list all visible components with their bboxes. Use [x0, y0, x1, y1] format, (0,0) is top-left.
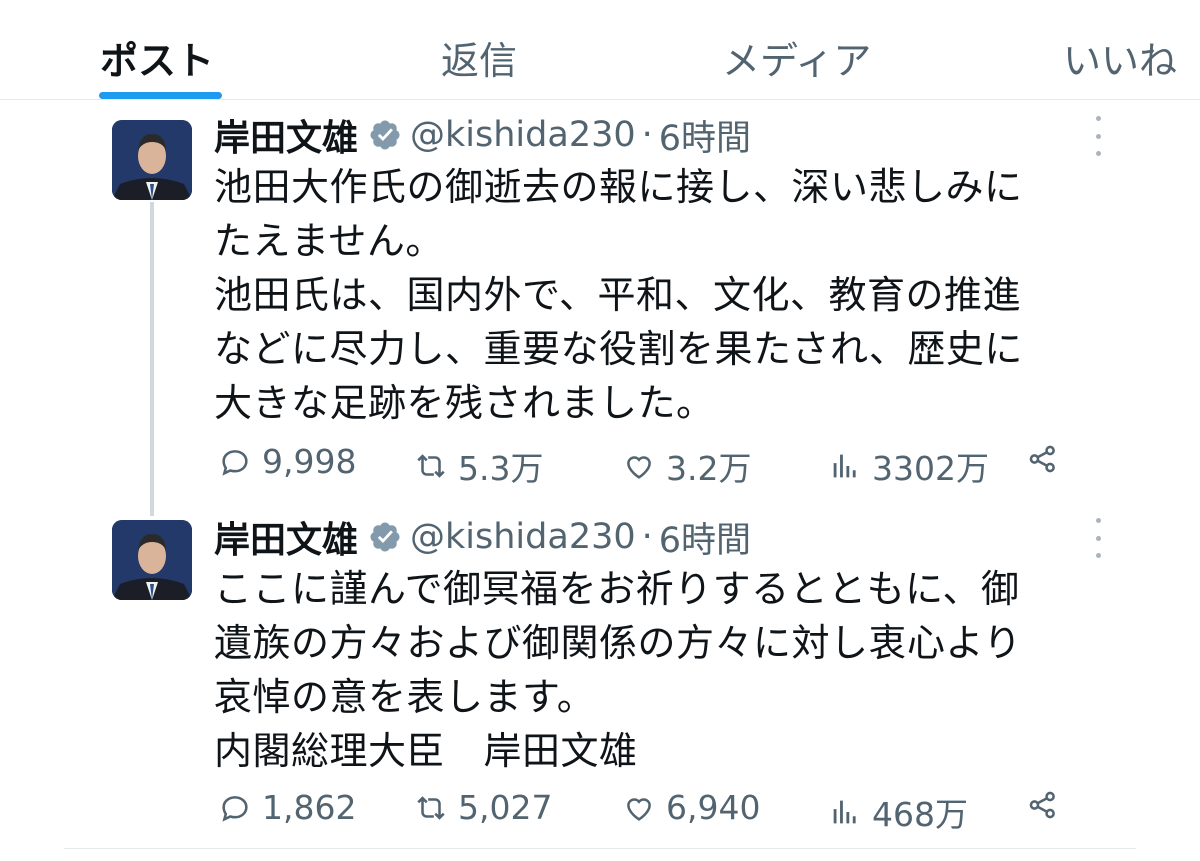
tweet-text-line: 遺族の方々および御関係の方々に対し衷心より [214, 621, 1022, 665]
repost-icon [417, 454, 445, 478]
separator: · [641, 115, 653, 155]
share-button[interactable] [1026, 788, 1060, 822]
repost-button[interactable]: 5,027 [414, 788, 552, 827]
author-name[interactable]: 岸田文雄 [214, 109, 358, 161]
tweet-text-line: ここに謹んで御冥福をお祈りするとともに、御 [214, 567, 1020, 611]
reply-icon [222, 449, 248, 476]
views-icon [833, 800, 856, 824]
like-icon [627, 797, 651, 821]
verified-badge-icon [368, 118, 402, 152]
tweet-text-line: などに尽力し、重要な役割を果たされ、歴史に [214, 327, 1023, 371]
tweet[interactable]: 岸田文雄 @kishida230 · 6時間 ここに謹んで御冥福をお祈りするとと… [0, 512, 1200, 842]
timestamp[interactable]: 6時間 [659, 110, 751, 161]
timestamp[interactable]: 6時間 [659, 512, 751, 563]
tweet-text-line: 哀悼の意を表します。 [214, 675, 596, 719]
repost-icon [417, 795, 445, 820]
separator: · [641, 517, 653, 557]
active-tab-indicator [99, 92, 222, 99]
tweet-text: ここに謹んで御冥福をお祈りするとともに、御 遺族の方々および御関係の方々に対し衷… [214, 562, 1094, 778]
author-name[interactable]: 岸田文雄 [214, 511, 358, 563]
like-button[interactable]: 3.2万 [622, 442, 751, 490]
more-options-icon[interactable] [1088, 518, 1108, 558]
like-button[interactable]: 6,940 [622, 788, 760, 827]
author-handle[interactable]: @kishida230 [410, 517, 636, 557]
like-count: 3.2万 [666, 449, 752, 488]
reply-button[interactable]: 1,862 [218, 788, 356, 827]
tab-posts[interactable]: ポスト [100, 30, 214, 85]
views-icon [833, 454, 856, 478]
reply-count: 1,862 [262, 788, 357, 827]
share-icon [1029, 791, 1055, 819]
like-count: 6,940 [666, 788, 761, 827]
reply-icon [222, 795, 248, 822]
tab-likes[interactable]: いいね [1063, 30, 1177, 85]
repost-count: 5,027 [458, 788, 553, 827]
share-icon [1029, 445, 1055, 473]
verified-badge-icon [368, 520, 402, 554]
tweet-header: 岸田文雄 @kishida230 · 6時間 [214, 110, 751, 160]
tab-media[interactable]: メディア [722, 30, 871, 85]
tweet-text-line: 池田氏は、国内外で、平和、文化、教育の推進 [214, 273, 1021, 317]
like-icon [627, 456, 651, 479]
reply-button[interactable]: 9,998 [218, 442, 356, 481]
repost-button[interactable]: 5.3万 [414, 442, 543, 490]
tweet-actions: 1,862 5,027 6,940 468万 [214, 788, 1094, 834]
share-button[interactable] [1026, 442, 1060, 476]
avatar[interactable] [112, 120, 192, 200]
tweet-text: 池田大作氏の御逝去の報に接し、深い悲しみに たえません。 池田氏は、国内外で、平… [214, 160, 1094, 430]
author-handle[interactable]: @kishida230 [410, 115, 636, 155]
timeline-divider [64, 848, 1136, 849]
more-options-icon[interactable] [1088, 116, 1108, 156]
repost-count: 5.3万 [458, 449, 544, 488]
views-count: 468万 [872, 795, 968, 834]
tweet-actions: 9,998 5.3万 3.2万 3302万 [214, 442, 1094, 488]
tweet[interactable]: 岸田文雄 @kishida230 · 6時間 池田大作氏の御逝去の報に接し、深い… [0, 110, 1200, 510]
views-button[interactable]: 468万 [828, 788, 968, 836]
tab-replies[interactable]: 返信 [441, 30, 517, 85]
tweet-text-line: 内閣総理大臣 岸田文雄 [214, 729, 638, 773]
views-count: 3302万 [872, 449, 989, 488]
reply-count: 9,998 [262, 442, 357, 481]
views-button[interactable]: 3302万 [828, 442, 989, 490]
tweet-header: 岸田文雄 @kishida230 · 6時間 [214, 512, 751, 562]
tweet-text-line: たえません。 [214, 219, 444, 263]
tweet-text-line: 池田大作氏の御逝去の報に接し、深い悲しみに [214, 165, 1023, 209]
tweet-text-line: 大きな足跡を残されました。 [214, 381, 715, 425]
avatar[interactable] [112, 520, 192, 600]
profile-tabs: ポスト 返信 メディア いいね [0, 0, 1200, 100]
